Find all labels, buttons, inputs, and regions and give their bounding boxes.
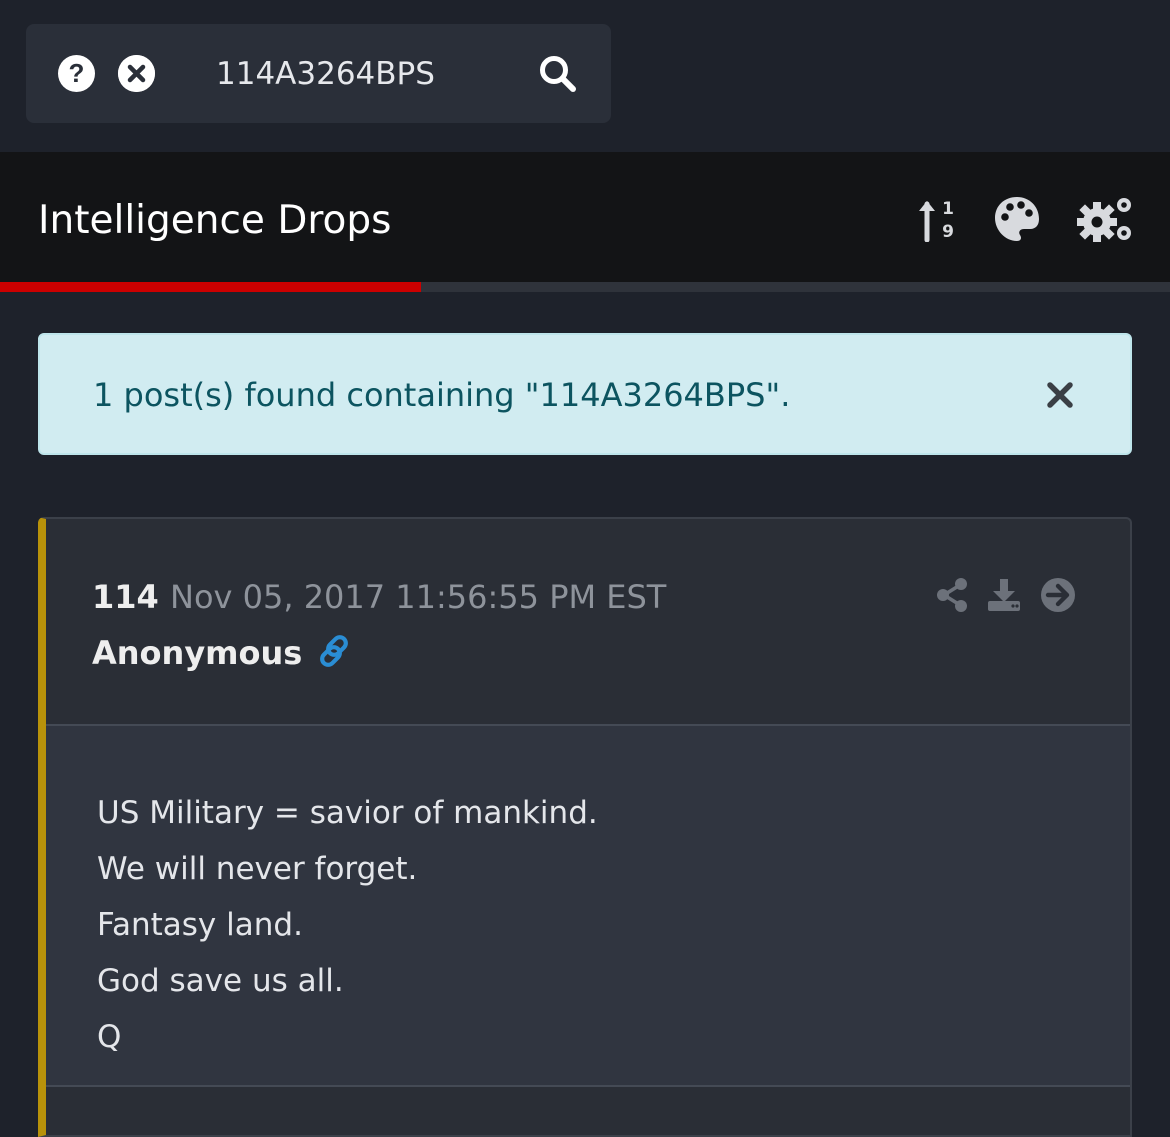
post-author: Anonymous — [92, 634, 303, 672]
post-text-line: US Military = savior of mankind. — [97, 795, 598, 831]
page-title: Intelligence Drops — [38, 198, 392, 243]
sort-numeric-icon[interactable]: 1 9 — [918, 196, 962, 242]
link-icon[interactable] — [316, 633, 352, 669]
arrow-circle-right-icon[interactable] — [1040, 577, 1076, 613]
clear-search-icon[interactable] — [118, 55, 155, 92]
post-number[interactable]: 114 — [92, 575, 159, 619]
post-body: US Military = savior of mankind. We will… — [46, 724, 1130, 1087]
search-input[interactable] — [216, 52, 516, 96]
post-text-line: Fantasy land. — [97, 907, 303, 943]
progress-track — [0, 282, 1170, 292]
post-text-line: We will never forget. — [97, 851, 418, 887]
download-icon[interactable] — [986, 577, 1022, 613]
top-search-area: ? — [0, 0, 1170, 152]
search-result-alert: 1 post(s) found containing "114A3264BPS"… — [38, 333, 1132, 455]
post-timestamp: Nov 05, 2017 11:56:55 PM EST — [170, 578, 667, 616]
post-text-line: God save us all. — [97, 963, 344, 999]
svg-text:1: 1 — [942, 199, 954, 219]
palette-icon[interactable] — [993, 195, 1041, 243]
search-icon[interactable] — [538, 54, 578, 94]
question-circle-icon[interactable]: ? — [58, 55, 95, 92]
alert-message: 1 post(s) found containing "114A3264BPS"… — [93, 376, 791, 414]
header-bar: Intelligence Drops 1 9 — [0, 152, 1170, 282]
post-text-line: Q — [97, 1019, 122, 1055]
share-icon[interactable] — [934, 577, 970, 613]
close-icon[interactable] — [1040, 375, 1080, 415]
cogs-icon[interactable] — [1076, 194, 1136, 244]
progress-fill — [0, 282, 422, 292]
times-circle-icon — [118, 55, 155, 92]
post-header: 114 Nov 05, 2017 11:56:55 PM EST Anonymo… — [46, 519, 1130, 724]
post-card: 114 Nov 05, 2017 11:56:55 PM EST Anonymo… — [38, 517, 1132, 1137]
search-box: ? — [26, 24, 611, 123]
svg-text:9: 9 — [942, 222, 954, 242]
